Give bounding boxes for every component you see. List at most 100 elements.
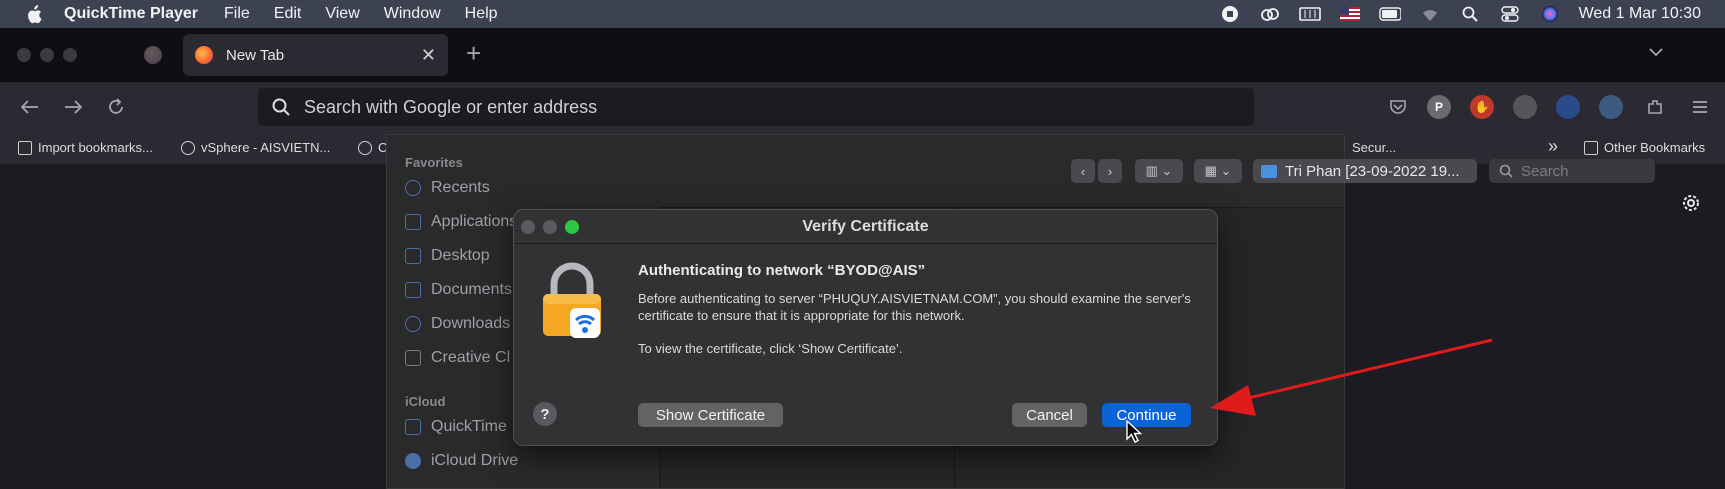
finder-back-icon[interactable]: ‹ [1071, 159, 1095, 183]
extension-icon-blue[interactable] [1556, 95, 1580, 119]
folder-icon [1584, 140, 1598, 155]
location-popup[interactable]: Tri Phan [23-09-2022 19... [1253, 159, 1477, 183]
sidebar-item-label: Applications [431, 213, 518, 230]
us-flag-icon[interactable] [1339, 5, 1361, 23]
red-annotation-arrow-icon [1210, 338, 1493, 416]
app-menu[interactable]: QuickTime Player [64, 5, 198, 23]
applications-icon [405, 214, 421, 230]
creative-cloud-icon[interactable] [1259, 5, 1281, 23]
finder-search-field[interactable]: Search [1489, 159, 1655, 183]
sidebar-item-downloads[interactable]: Downloads [405, 315, 510, 333]
reload-icon[interactable] [104, 95, 128, 119]
verify-certificate-dialog: Verify Certificate Authenticating to net… [513, 209, 1218, 446]
menubar-clock[interactable]: Wed 1 Mar 10:30 [1579, 5, 1701, 23]
extensions-puzzle-icon[interactable] [1643, 95, 1667, 119]
p-extension-icon[interactable]: P [1427, 95, 1451, 119]
tab-new-tab[interactable]: New Tab ✕ [183, 34, 448, 76]
bookmark-vsphere[interactable]: vSphere - AISVIETN... [181, 140, 330, 155]
gear-icon[interactable] [1680, 192, 1702, 214]
bookmark-label: Other Bookmarks [1604, 140, 1706, 155]
firefox-view-icon[interactable] [144, 46, 162, 64]
dialog-instruction: To view the certificate, click ‘Show Cer… [638, 341, 903, 356]
menu-file[interactable]: File [224, 5, 250, 23]
bookmark-other[interactable]: Other Bookmarks [1584, 140, 1705, 155]
wifi-icon[interactable] [1419, 5, 1441, 23]
app-menu-icon[interactable] [1688, 95, 1712, 119]
menu-view[interactable]: View [325, 5, 359, 23]
sidebar-item-label: Creative Cl [431, 349, 511, 366]
sidebar-item-label: Recents [431, 179, 490, 196]
search-icon [272, 98, 290, 116]
desktop-icon [405, 248, 421, 264]
window-minimize-button[interactable] [40, 48, 54, 62]
menu-window[interactable]: Window [384, 5, 441, 23]
dialog-message: Before authenticating to server “PHUQUY.… [638, 291, 1191, 323]
ublock-hand-icon[interactable]: ✋ [1470, 95, 1494, 119]
window-close-button[interactable] [17, 48, 31, 62]
search-placeholder: Search [1521, 162, 1569, 180]
sidebar-item-documents[interactable]: Documents [405, 281, 512, 299]
back-arrow-icon[interactable] [18, 95, 42, 119]
finder-toolbar: ‹ › ▥ ⌄ ▦ ⌄ Tri Phan [23-09-2022 19... S… [659, 135, 1655, 208]
show-certificate-button[interactable]: Show Certificate [638, 403, 783, 427]
memory-icon[interactable] [1298, 5, 1321, 23]
url-bar[interactable]: Search with Google or enter address [258, 88, 1254, 126]
battery-icon[interactable] [1378, 5, 1401, 23]
bookmark-c[interactable]: C [358, 140, 387, 155]
list-all-tabs-icon[interactable] [1648, 44, 1664, 60]
firefox-icon [195, 46, 213, 64]
download-icon [405, 316, 421, 332]
sidebar-item-icloud-drive[interactable]: iCloud Drive [405, 452, 518, 470]
siri-icon[interactable] [1539, 5, 1561, 23]
document-icon [405, 282, 421, 298]
sidebar-item-desktop[interactable]: Desktop [405, 247, 490, 265]
sidebar-item-applications[interactable]: Applications [405, 213, 517, 231]
bookmark-label: Import bookmarks... [38, 140, 153, 155]
bookmark-secur[interactable]: Secur... [1352, 140, 1396, 155]
apple-menu-icon[interactable] [24, 4, 44, 24]
cloud-icon [405, 453, 421, 469]
sidebar-item-recents[interactable]: Recents [405, 179, 490, 197]
stop-recording-icon[interactable] [1219, 5, 1241, 23]
extension-icon-shield[interactable] [1599, 95, 1623, 119]
control-center-icon[interactable] [1499, 5, 1521, 23]
icloud-heading: iCloud [405, 394, 446, 409]
finder-forward-icon[interactable]: › [1098, 159, 1122, 183]
forward-arrow-icon[interactable] [61, 95, 85, 119]
window-zoom-button[interactable] [63, 48, 77, 62]
sidebar-item-creative-cloud[interactable]: Creative Cl [405, 349, 510, 367]
pocket-icon[interactable] [1386, 95, 1410, 119]
globe-icon [181, 140, 195, 155]
browser-tab-strip: New Tab ✕ + [0, 28, 1725, 82]
bookmark-import[interactable]: Import bookmarks... [18, 140, 153, 155]
lock-wifi-icon [540, 262, 604, 340]
sidebar-item-label: Documents [431, 281, 512, 298]
clock-icon [405, 180, 421, 196]
more-bookmarks-chevron-icon[interactable]: » [1548, 136, 1558, 157]
import-icon [18, 140, 32, 155]
spotlight-search-icon[interactable] [1459, 5, 1481, 23]
sidebar-item-label: Desktop [431, 247, 490, 264]
browser-nav-bar: Search with Google or enter address P ✋ [0, 82, 1725, 132]
folder-icon [1261, 164, 1277, 178]
column-view-icon[interactable]: ▥ ⌄ [1135, 159, 1183, 183]
continue-button[interactable]: Continue [1102, 403, 1191, 427]
tab-title: New Tab [226, 46, 285, 64]
menu-help[interactable]: Help [465, 5, 498, 23]
extension-icon-gray[interactable] [1513, 95, 1537, 119]
sidebar-item-label: QuickTime [431, 418, 507, 435]
new-tab-button[interactable]: + [466, 38, 481, 69]
bookmark-label: vSphere - AISVIETN... [201, 140, 331, 155]
sidebar-item-label: iCloud Drive [431, 452, 519, 469]
sidebar-item-quicktime[interactable]: QuickTime [405, 418, 507, 436]
group-view-icon[interactable]: ▦ ⌄ [1194, 159, 1242, 183]
help-button[interactable]: ? [533, 402, 557, 426]
sidebar-item-label: Downloads [431, 315, 511, 332]
cancel-button[interactable]: Cancel [1012, 403, 1087, 427]
location-label: Tri Phan [23-09-2022 19... [1285, 162, 1460, 180]
dialog-title: Verify Certificate [802, 218, 929, 235]
tab-close-icon[interactable]: ✕ [421, 45, 436, 66]
menu-edit[interactable]: Edit [274, 5, 302, 23]
dialog-heading: Authenticating to network “BYOD@AIS” [638, 262, 926, 279]
dialog-titlebar: Verify Certificate [514, 210, 1217, 244]
